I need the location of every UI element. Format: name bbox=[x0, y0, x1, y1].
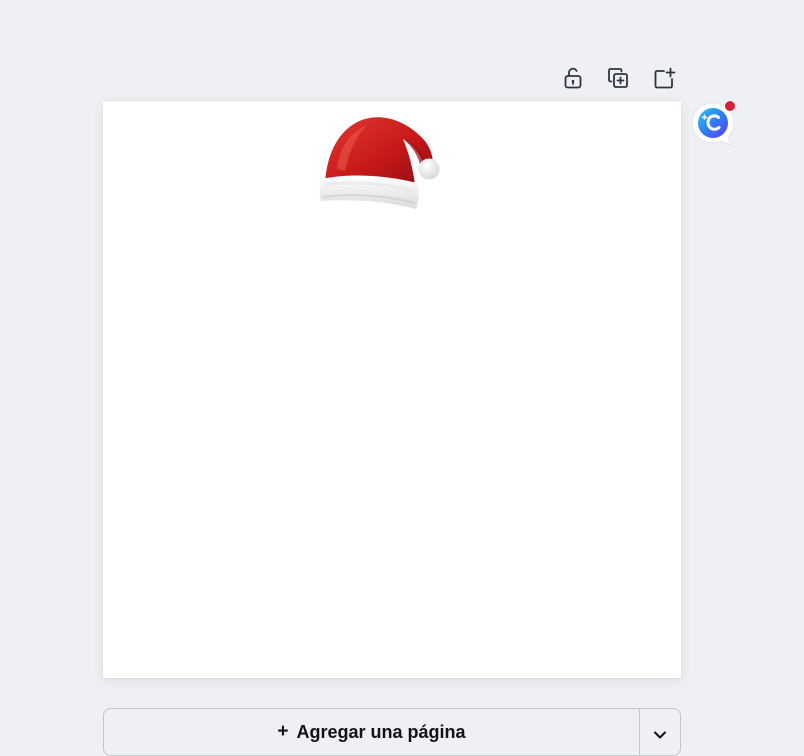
plus-icon: + bbox=[277, 721, 289, 742]
assistant-logo-icon bbox=[690, 102, 736, 151]
duplicate-page-button[interactable] bbox=[603, 64, 633, 92]
duplicate-page-icon bbox=[606, 66, 630, 90]
add-page-label: Agregar una página bbox=[296, 722, 466, 742]
chevron-down-icon bbox=[653, 727, 667, 745]
santa-hat-image[interactable] bbox=[317, 113, 442, 213]
page-toolbar bbox=[556, 64, 684, 92]
add-page-button[interactable]: + Agregar una página bbox=[104, 709, 639, 755]
add-page-bar: + Agregar una página bbox=[103, 708, 681, 756]
add-page-icon bbox=[652, 66, 676, 90]
add-page-options-button[interactable] bbox=[639, 709, 680, 755]
unlock-icon bbox=[562, 66, 584, 90]
add-page-icon-button[interactable] bbox=[649, 64, 679, 92]
lock-page-button[interactable] bbox=[558, 64, 588, 92]
assistant-button[interactable] bbox=[690, 100, 736, 147]
design-canvas[interactable] bbox=[103, 101, 681, 678]
notification-dot bbox=[724, 100, 736, 112]
